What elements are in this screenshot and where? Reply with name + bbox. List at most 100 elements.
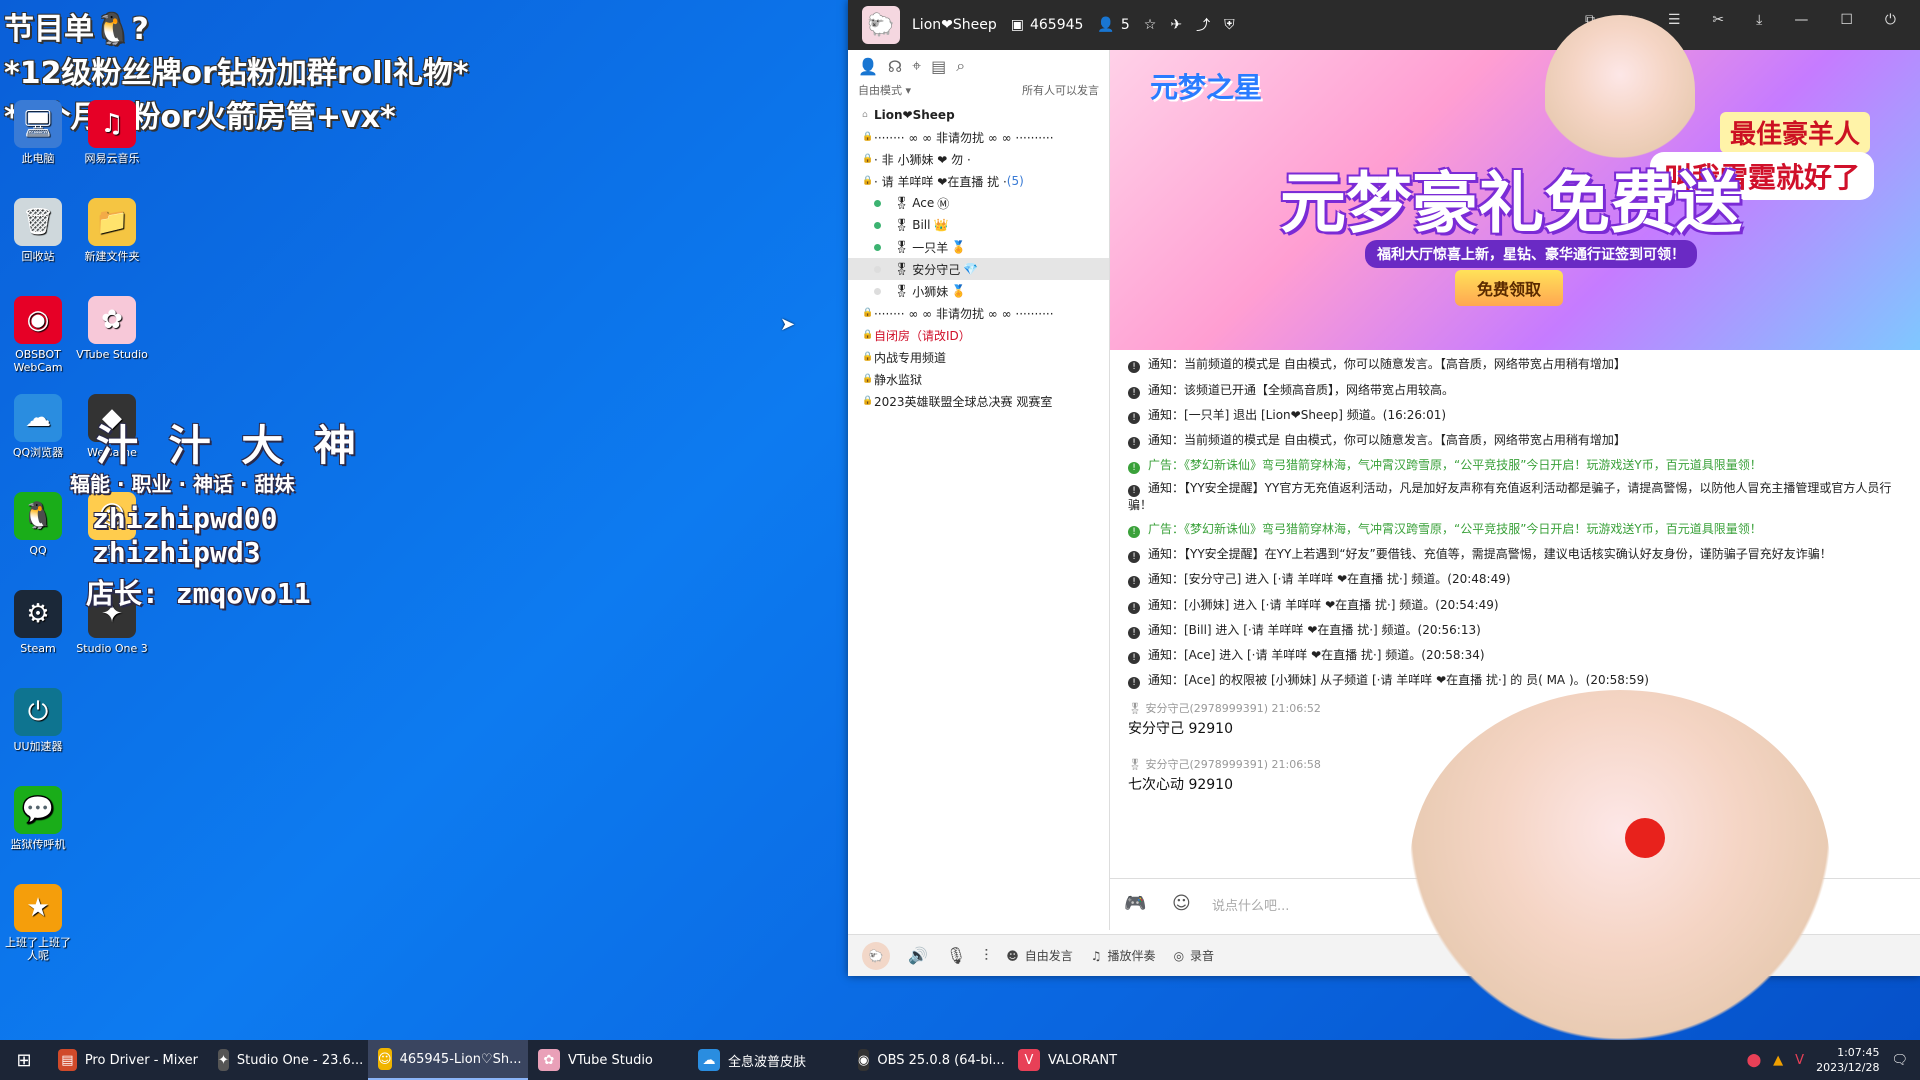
skin-icon[interactable]: ✂ [1712,12,1724,28]
taskbar-app[interactable]: ▤ Pro Driver - Mixer [48,1040,208,1080]
favorite-star-icon[interactable]: ☆ [1144,17,1157,33]
taskbar-app[interactable]: ☁ 全息波普皮肤 [688,1040,848,1080]
tree-label: 一只羊 [912,240,949,255]
chat-notice-text: 通知：[Ace] 的权限被 [小狮妹] 从子频道 [·请 羊咩咩 ❤在直播 扰·… [1148,673,1649,687]
emoji-icon[interactable]: ☺ [1172,893,1191,914]
mode-dropdown[interactable]: 自由模式 ▾ [858,82,911,104]
power-icon[interactable]: ⏻ [1885,12,1896,28]
tree-user[interactable]: 🎖 安分守己 💎 [848,258,1109,280]
share-icon[interactable]: ⤴ [1196,15,1210,35]
chat-ad: ! 广告：《梦幻新诛仙》弯弓猎箭穿林海，气冲霄汉跨雪原，“公平竞技服”今日开启！玩… [1128,457,1908,474]
tree-label: · 请 羊咩咩 ❤在直播 扰 · [874,174,1007,189]
tree-channel[interactable]: 🔒 静水监狱 [848,368,1109,390]
list-icon[interactable]: ▤ [931,57,946,76]
minimize-to-tray-icon[interactable]: ⤓ [1756,12,1762,28]
tree-channel[interactable]: 🔒 内战专用频道 [848,346,1109,368]
windows-start-icon[interactable]: ⊞ [0,1040,48,1080]
status-dot [874,287,881,295]
browser-icon: ☁ [14,394,62,442]
chat-input[interactable]: 说点什么吧... [1212,895,1289,914]
tree-user[interactable]: 🎖 Bill 👑 [848,214,1109,236]
free-speak-label: 自由发言 [1024,949,1073,963]
location-icon[interactable]: ⌖ [912,56,921,76]
tree-user[interactable]: 🎖 Ace Ⓜ [848,192,1109,214]
fan-badge-icon: 🏅 [951,284,967,298]
accompany-button[interactable]: ♫ 播放伴奏 [1091,947,1156,964]
minimize-icon[interactable]: — [1794,12,1808,28]
banner-claim-button[interactable]: 免费领取 [1455,270,1564,306]
chat-user-meta[interactable]: 🎖 安分守己(2978999391) 21:06:52 [1128,700,1321,716]
taskbar-app[interactable]: ☺ 465945-Lion♡Sh... [368,1040,528,1080]
chat-notice-text: 通知：[一只羊] 退出 [Lion❤Sheep] 频道。(16:26:01) [1148,408,1447,422]
free-speak-button[interactable]: ☻ 自由发言 [1006,947,1073,964]
my-avatar[interactable]: 🐑 [862,941,890,970]
desktop-icon[interactable]: 🗑 回收站 [2,198,74,263]
desktop-icon[interactable]: ⏻ UU加速器 [2,688,74,753]
desktop-icon-label: Studio One 3 [76,642,148,655]
mixer-icon: ▤ [58,1049,77,1071]
contacts-icon[interactable]: 👤 [858,57,878,76]
plane-icon[interactable]: ✈ [1170,17,1182,33]
maximize-icon[interactable]: ☐ [1840,12,1853,28]
chat-notice-text: 通知：[小狮妹] 进入 [·请 羊咩咩 ❤在直播 扰·] 频道。(20:54:4… [1148,598,1499,612]
chat-notice-text: 通知：[Ace] 进入 [·请 羊咩咩 ❤在直播 扰·] 频道。(20:58:3… [1148,648,1485,662]
clock[interactable]: 1:07:45 2023/12/28 [1816,1045,1879,1075]
studio-one-icon: ✦ [218,1049,229,1071]
channel-count: (5) [1006,174,1024,188]
channel-avatar[interactable]: 🐑 [862,6,900,44]
tree-user[interactable]: 🎖 一只羊 🏅 [848,236,1109,258]
equalizer-icon[interactable]: ⫶ [984,946,988,966]
user-role-icon: 🎖 [894,240,910,254]
desktop-icon[interactable]: ⚙ Steam [2,590,74,655]
tree-user[interactable]: 🎖 小狮妹 🏅 [848,280,1109,302]
channel-tree: 👤 ☊ ⌖ ▤ ⌕ 自由模式 ▾ 所有人可以发言 ⌂ Lion❤Sheep 🔒 ···… [848,50,1110,930]
tree-channel[interactable]: 🔒 2023英雄联盟全球总决赛 观赛室 [848,390,1109,412]
notification-icon[interactable]: 🗨 [1891,1053,1908,1068]
desktop-icon[interactable]: ◉ OBSBOT WebCam [2,296,74,374]
tray-app-icon[interactable]: ▲ [1773,1053,1783,1068]
desktop-icon[interactable]: 🖥 此电脑 [2,100,74,165]
chat-notice-text: 通知：【YY安全提醒】在YY上若遇到“好友”要借钱、充值等，需提高警惕，建议电话… [1148,547,1832,561]
fan-badge-icon: 💎 [963,262,979,276]
search-icon[interactable]: ⌕ [956,56,965,76]
obs-icon: ◉ [858,1049,870,1071]
tree-channel[interactable]: 🔒 自闭房（请改ID） [848,324,1109,346]
tree-channel[interactable]: 🔒 · 请 羊咩咩 ❤在直播 扰 · (5) [848,170,1109,192]
taskbar-app-label: OBS 25.0.8 (64-bi... [877,1052,1005,1068]
desktop-icon[interactable]: ✿ VTube Studio [76,296,148,361]
tray-app-icon[interactable]: V [1795,1053,1804,1068]
fan-badge-icon: Ⓜ [937,196,950,211]
lock-icon: 🔒 [862,330,874,340]
tree-channel[interactable]: 🔒 ········ ∞ ∞ 非请勿扰 ∞ ∞ ·········· [848,302,1109,324]
menu-icon[interactable]: ☰ [1668,12,1681,28]
tray-app-icon[interactable]: ⬤ [1747,1053,1762,1068]
desktop-icon[interactable]: 📁 新建文件夹 [76,198,148,263]
desktop-icon-label: Steam [20,642,56,655]
banner-logo: 元梦之星 [1150,71,1263,104]
lock-icon: 🔒 [862,374,874,384]
tree-channel[interactable]: ⌂ Lion❤Sheep [848,104,1109,126]
desktop-icon[interactable]: ♫ 网易云音乐 [76,100,148,165]
desktop-icon[interactable]: ★ 上班了上班了人呢 [2,884,74,962]
shield-icon[interactable]: ⛨ [1224,17,1235,33]
gamepad-icon[interactable]: 🎮 [1124,893,1146,914]
desktop-icon[interactable]: ☁ QQ浏览器 [2,394,74,459]
taskbar-app[interactable]: ✿ VTube Studio [528,1040,688,1080]
taskbar-app[interactable]: ◉ OBS 25.0.8 (64-bi... [848,1040,1008,1080]
chat-notice-text: 通知：[安分守己] 进入 [·请 羊咩咩 ❤在直播 扰·] 频道。(20:48:… [1148,572,1511,586]
chat-notice: ! 通知：[小狮妹] 进入 [·请 羊咩咩 ❤在直播 扰·] 频道。(20:54:… [1128,597,1908,614]
chat-user-meta[interactable]: 🎖 安分守己(2978999391) 21:06:58 [1128,756,1321,772]
microphone-icon[interactable]: 🎙 [946,946,966,965]
speaker-icon[interactable]: 🔊 [908,946,928,965]
tree-channel[interactable]: 🔒 ········ ∞ ∞ 非请勿扰 ∞ ∞ ·········· [848,126,1109,148]
yy-title-bar: 🐑 Lion❤Sheep ▣ 465945 👤 5 ☆ ✈ ⤴ ⛨ ⧉ ⌂ ☰ … [848,0,1920,50]
taskbar-app[interactable]: ✦ Studio One - 23.6... [208,1040,368,1080]
chat-bubble-icon[interactable]: ☊ [888,57,902,76]
desktop-icon[interactable]: 💬 监狱传呼机 [2,786,74,851]
ad-banner[interactable]: 元梦之星 最佳豪羊人 叫我雷霆就好了 元梦豪礼免费送 福利大厅惊喜上新，星钻、豪… [1110,50,1920,350]
record-button[interactable]: ◎ 录音 [1174,947,1215,964]
taskbar-app[interactable]: V VALORANT [1008,1040,1168,1080]
app-icon: ★ [14,884,62,932]
tree-channel[interactable]: 🔒 · 非 小狮妹 ❤ 勿 · [848,148,1109,170]
desktop-icon[interactable]: 🐧 QQ [2,492,74,557]
